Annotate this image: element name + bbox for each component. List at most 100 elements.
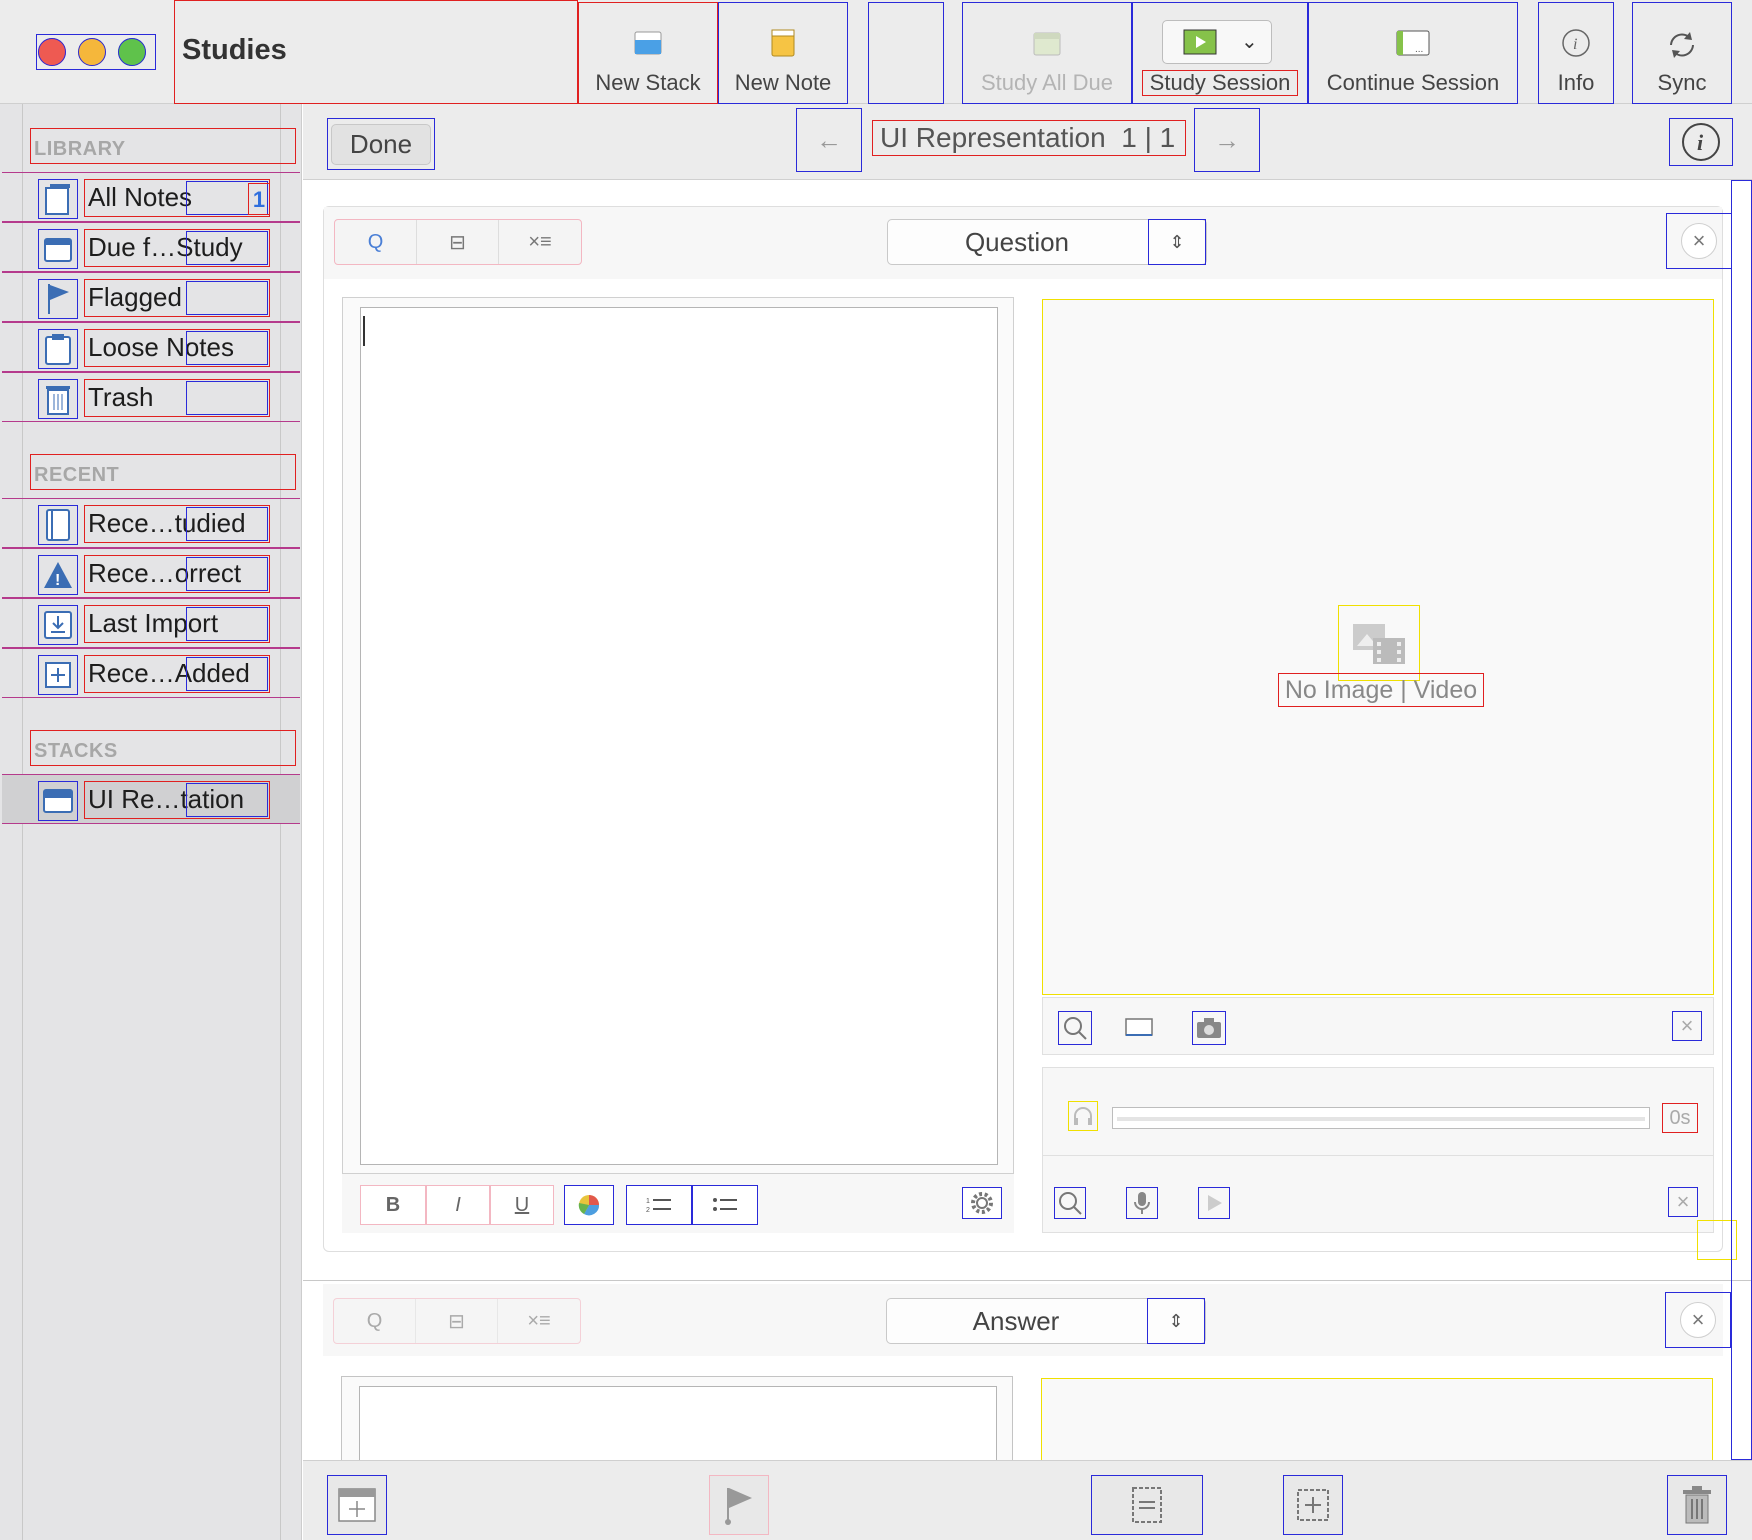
underline-button[interactable]: U	[490, 1185, 554, 1225]
svg-text:!: !	[55, 572, 60, 589]
done-label: Done	[330, 123, 432, 165]
sync-icon	[1670, 32, 1694, 58]
sync-button[interactable]: Sync	[1632, 2, 1732, 104]
record-audio-button[interactable]	[1126, 1187, 1158, 1219]
info-label: Info	[1557, 70, 1595, 95]
audio-divider	[1042, 1155, 1714, 1156]
sidebar: LIBRARY All Notes 1 Due f…Study Flagged …	[0, 104, 302, 1540]
sidebar-item-last-import[interactable]: Last Import	[2, 598, 300, 648]
cloze-mode-icon[interactable]: ⊟	[416, 1299, 498, 1343]
close-answer-button[interactable]: ×	[1665, 1292, 1731, 1348]
side-select[interactable]: Question ⇕	[887, 219, 1207, 265]
svg-text:2: 2	[646, 1207, 650, 1214]
info-icon: i	[1562, 29, 1590, 57]
answer-side-select[interactable]: Answer ⇕	[886, 1298, 1206, 1344]
multiple-choice-mode-icon[interactable]: ×≡	[499, 220, 581, 264]
previous-note-button[interactable]: ←	[796, 108, 862, 172]
svg-text:...: ...	[1415, 44, 1423, 55]
stack-icon	[38, 781, 78, 821]
audio-search-button[interactable]	[1054, 1187, 1086, 1219]
sidebar-item-recently-added[interactable]: Rece…Added	[2, 648, 300, 698]
svg-text:i: i	[1573, 36, 1577, 53]
continue-session-icon: ...	[1396, 30, 1430, 56]
remove-audio-button[interactable]: ×	[1668, 1187, 1698, 1217]
library-header: LIBRARY	[30, 128, 296, 164]
card-layout-button[interactable]	[1091, 1475, 1203, 1535]
cloze-mode-icon[interactable]: ⊟	[417, 220, 499, 264]
chevron-down-icon: ⌄	[1241, 31, 1258, 53]
question-mode-icon[interactable]: Q	[335, 220, 417, 264]
calendar-check-icon	[1033, 32, 1061, 56]
sidebar-item-badge-area	[186, 507, 268, 541]
card-layout-icon	[1132, 1487, 1162, 1523]
bold-button[interactable]: B	[360, 1185, 426, 1225]
multiple-choice-mode-icon[interactable]: ×≡	[498, 1299, 580, 1343]
scrollbar[interactable]	[1731, 180, 1752, 1460]
study-session-menu[interactable]: ⌄	[1162, 20, 1272, 64]
note-info-button[interactable]: i	[1669, 118, 1733, 166]
text-cursor	[363, 316, 365, 346]
play-audio-button[interactable]	[1198, 1187, 1230, 1219]
sidebar-item-badge-area	[186, 331, 268, 365]
sidebar-item-loose-notes[interactable]: Loose Notes	[2, 322, 300, 372]
numbered-list-icon: 12	[646, 1198, 671, 1214]
question-text-input[interactable]	[360, 307, 998, 1165]
count-badge: 1	[248, 183, 270, 215]
sidebar-item-recently-incorrect[interactable]: ! Rece…orrect	[2, 548, 300, 598]
svg-text:i: i	[1697, 130, 1704, 155]
study-session-button[interactable]: ⌄ Study Session	[1132, 2, 1308, 104]
close-question-button[interactable]: ×	[1666, 213, 1732, 269]
bottom-toolbar	[303, 1460, 1752, 1540]
info-button[interactable]: i Info	[1538, 2, 1614, 104]
trash-icon	[1683, 1486, 1711, 1524]
audio-duration: 0s	[1662, 1103, 1698, 1133]
next-note-button[interactable]: →	[1194, 108, 1260, 172]
gear-icon	[971, 1192, 993, 1214]
camera-button[interactable]	[1192, 1011, 1226, 1045]
updown-chevron-icon[interactable]: ⇕	[1148, 219, 1206, 265]
toolbar: Studies New Stack New Note Study All Due…	[0, 0, 1752, 104]
media-search-button[interactable]	[1058, 1011, 1092, 1045]
question-mode-icon[interactable]: Q	[334, 1299, 416, 1343]
minimize-window-button[interactable]	[78, 38, 106, 66]
continue-session-button[interactable]: ... Continue Session	[1308, 2, 1518, 104]
study-all-due-button[interactable]: Study All Due	[962, 2, 1132, 104]
sidebar-item-flagged[interactable]: Flagged	[2, 272, 300, 322]
add-card-button[interactable]	[327, 1475, 387, 1535]
note-editor: Q ⊟ ×≡ Question ⇕ × B I U 12 No Image | …	[303, 180, 1752, 1518]
text-settings-button[interactable]	[962, 1187, 1002, 1219]
color-picker-button[interactable]	[564, 1185, 614, 1225]
info-icon: i	[1682, 123, 1720, 161]
updown-chevron-icon[interactable]: ⇕	[1147, 1298, 1205, 1344]
numbered-list-button[interactable]: 12	[626, 1185, 692, 1225]
side-select-label: Answer	[972, 1305, 1060, 1336]
new-stack-button[interactable]: New Stack	[578, 2, 718, 104]
zoom-window-button[interactable]	[118, 38, 146, 66]
notes-icon	[38, 179, 78, 219]
audio-progress-track[interactable]	[1112, 1107, 1650, 1129]
bullet-list-button[interactable]	[692, 1185, 758, 1225]
new-note-label: New Note	[734, 70, 832, 95]
answer-mode-segment[interactable]: Q ⊟ ×≡	[333, 1298, 581, 1344]
close-window-button[interactable]	[38, 38, 66, 66]
window-title: Studies	[182, 34, 287, 66]
italic-button[interactable]: I	[426, 1185, 490, 1225]
sidebar-item-recently-studied[interactable]: Rece…tudied	[2, 498, 300, 548]
flag-icon	[38, 279, 78, 319]
flag-icon	[725, 1488, 752, 1525]
sidebar-item-ui-representation[interactable]: UI Re…tation	[2, 774, 300, 824]
sidebar-item-all-notes[interactable]: All Notes 1	[2, 172, 300, 222]
sidebar-item-due-for-study[interactable]: Due f…Study	[2, 222, 300, 272]
question-mode-segment[interactable]: Q ⊟ ×≡	[334, 219, 582, 265]
remove-media-button[interactable]: ×	[1672, 1011, 1702, 1041]
add-side-icon	[1297, 1489, 1329, 1521]
no-image-icon	[1338, 605, 1420, 681]
delete-note-button[interactable]	[1667, 1475, 1727, 1535]
new-note-button[interactable]: New Note	[718, 2, 848, 104]
screenshot-button[interactable]	[1124, 1015, 1154, 1043]
add-side-button[interactable]	[1283, 1475, 1343, 1535]
question-card: Q ⊟ ×≡ Question ⇕ × B I U 12 No Image | …	[323, 206, 1732, 1252]
flag-note-button[interactable]	[709, 1475, 769, 1535]
done-button[interactable]: Done	[327, 118, 435, 170]
sidebar-item-trash[interactable]: Trash	[2, 372, 300, 422]
